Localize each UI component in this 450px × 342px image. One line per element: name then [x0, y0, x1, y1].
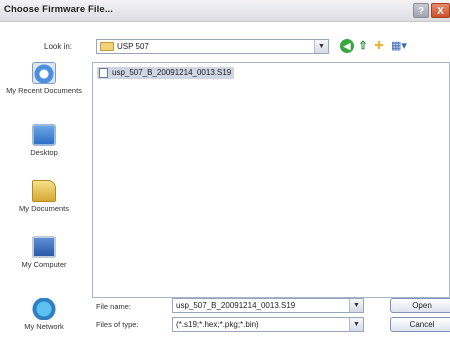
back-icon[interactable]: ◀ [340, 39, 354, 53]
look-in-dropdown[interactable]: USP 507 ▼ [96, 39, 329, 54]
dialog-body: Look in: USP 507 ▼ ◀ ⇧ ✚ ▦▾ My Recent Do… [0, 22, 450, 342]
place-my-documents[interactable]: My Documents [0, 180, 88, 213]
cancel-button[interactable]: Cancel [390, 317, 450, 332]
file-type-label: Files of type: [96, 320, 139, 329]
chevron-down-icon[interactable]: ▼ [349, 299, 363, 312]
file-list[interactable]: usp_507_B_20091214_0013.S19 [92, 62, 450, 298]
file-type-value: (*.s19;*.hex;*.pkg;*.bin) [176, 320, 259, 329]
help-button[interactable]: ? [413, 3, 429, 18]
file-type-select[interactable]: (*.s19;*.hex;*.pkg;*.bin) ▼ [172, 317, 364, 332]
place-my-network[interactable]: My Network [0, 298, 88, 331]
window-title: Choose Firmware File... [4, 4, 113, 15]
chevron-down-icon[interactable]: ▼ [314, 40, 328, 53]
list-item[interactable]: usp_507_B_20091214_0013.S19 [97, 67, 235, 79]
place-desktop[interactable]: Desktop [0, 124, 88, 157]
look-in-label: Look in: [44, 42, 73, 51]
up-folder-icon[interactable]: ⇧ [356, 39, 370, 53]
place-label: My Computer [21, 260, 67, 269]
recent-documents-icon [32, 62, 56, 84]
file-name-value: usp_507_B_20091214_0013.S19 [176, 301, 296, 310]
place-label: My Documents [18, 204, 69, 213]
place-my-computer[interactable]: My Computer [0, 236, 88, 269]
file-name-label: File name: [96, 302, 132, 311]
my-network-icon [32, 298, 56, 320]
title-bar: Choose Firmware File... ? X [0, 0, 450, 22]
open-button[interactable]: Open [390, 298, 450, 313]
chevron-down-icon[interactable]: ▼ [349, 318, 363, 331]
place-recent-documents[interactable]: My Recent Documents [0, 62, 88, 95]
my-computer-icon [32, 236, 56, 258]
close-button[interactable]: X [431, 3, 450, 18]
file-icon [99, 68, 108, 78]
look-in-value: USP 507 [117, 42, 149, 51]
place-label: My Network [24, 322, 64, 331]
places-bar: My Recent Documents Desktop My Documents… [0, 62, 88, 342]
desktop-icon [32, 124, 56, 146]
new-folder-icon[interactable]: ✚ [372, 39, 386, 53]
views-menu-icon[interactable]: ▦▾ [390, 39, 408, 53]
place-label: Desktop [30, 148, 58, 157]
place-label: My Recent Documents [6, 86, 82, 95]
my-documents-icon [32, 180, 56, 202]
file-name: usp_507_B_20091214_0013.S19 [112, 68, 232, 77]
file-name-input[interactable]: usp_507_B_20091214_0013.S19 ▼ [172, 298, 364, 313]
folder-icon [100, 42, 114, 51]
